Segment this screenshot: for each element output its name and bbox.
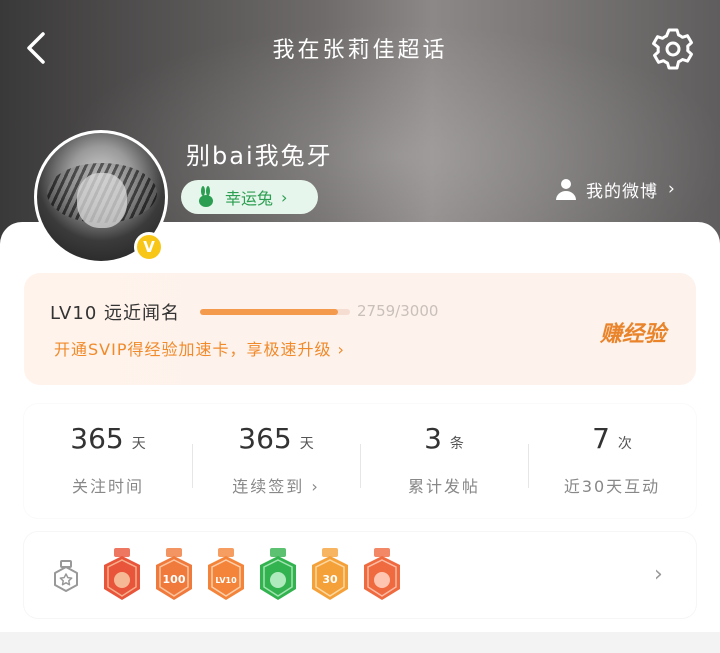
my-weibo-label: 我的微博 [586, 181, 658, 202]
stat-unit: 天 [299, 436, 314, 452]
progress-text: 2759/3000 [357, 302, 439, 320]
stat-label: 连续签到 › [232, 477, 320, 496]
top-bar: 我在张莉佳超话 [0, 0, 720, 96]
stat-label: 近30天互动 [563, 477, 661, 496]
stats-card: 365 天 关注时间 365 天 连续签到 › 3条 累计发帖 7次 近30天互动 [24, 404, 696, 518]
stat-label: 累计发帖 [407, 477, 480, 496]
bottom-strip [0, 632, 720, 653]
stat-number: 3 [424, 422, 442, 455]
chevron-right-icon: › [668, 179, 676, 199]
chevron-right-icon[interactable]: › [654, 562, 663, 587]
stat-checkin[interactable]: 365 天 连续签到 › [192, 422, 360, 497]
30-days-badge[interactable]: 30 [310, 548, 350, 602]
my-weibo-link[interactable]: 我的微博 › [554, 176, 676, 202]
rabbit-icon [195, 186, 217, 208]
medal-icon [52, 560, 80, 592]
svip-link[interactable]: 开通SVIP得经验加速卡，享极速升级 › [54, 336, 345, 360]
level-name: LV10 远近闻名 [50, 303, 180, 324]
verified-badge: V [134, 232, 164, 262]
chevron-right-icon: › [281, 187, 288, 207]
stat-number: 365 [70, 422, 124, 455]
stat-label: 关注时间 [71, 477, 144, 496]
badges-card[interactable]: 100 LV10 30 › [24, 532, 696, 618]
username: 别bai我兔牙 [186, 142, 333, 170]
stat-unit: 次 [617, 436, 632, 452]
svg-text:100: 100 [163, 573, 186, 586]
stat-interactions: 7次 近30天互动 [528, 422, 696, 497]
stat-number: 7 [592, 422, 610, 455]
experience-progress-fill [200, 309, 338, 315]
experience-progress-bar [200, 309, 350, 315]
lv10-badge[interactable]: LV10 [206, 548, 246, 602]
lucky-rabbit-tag[interactable]: 幸运兔 › [181, 180, 318, 214]
person-icon [554, 177, 578, 201]
svg-text:LV10: LV10 [215, 576, 237, 585]
svg-text:30: 30 [322, 573, 338, 586]
stat-posts: 3条 累计发帖 [360, 422, 528, 497]
gear-icon[interactable] [648, 24, 698, 74]
stat-unit: 条 [449, 436, 464, 452]
cat-badge[interactable] [102, 548, 142, 602]
page-title: 我在张莉佳超话 [272, 38, 448, 63]
stat-number: 365 [238, 422, 292, 455]
stat-follow-time: 365 天 关注时间 [24, 422, 192, 497]
hand-badge[interactable] [362, 548, 402, 602]
100-days-badge[interactable]: 100 [154, 548, 194, 602]
lucky-tag-label: 幸运兔 [225, 189, 274, 208]
earn-exp-button[interactable]: 赚经验 [600, 316, 666, 348]
experience-card: LV10 远近闻名 2759/3000 开通SVIP得经验加速卡，享极速升级 ›… [24, 273, 696, 385]
green-hands-badge[interactable] [258, 548, 298, 602]
stat-unit: 天 [131, 436, 146, 452]
